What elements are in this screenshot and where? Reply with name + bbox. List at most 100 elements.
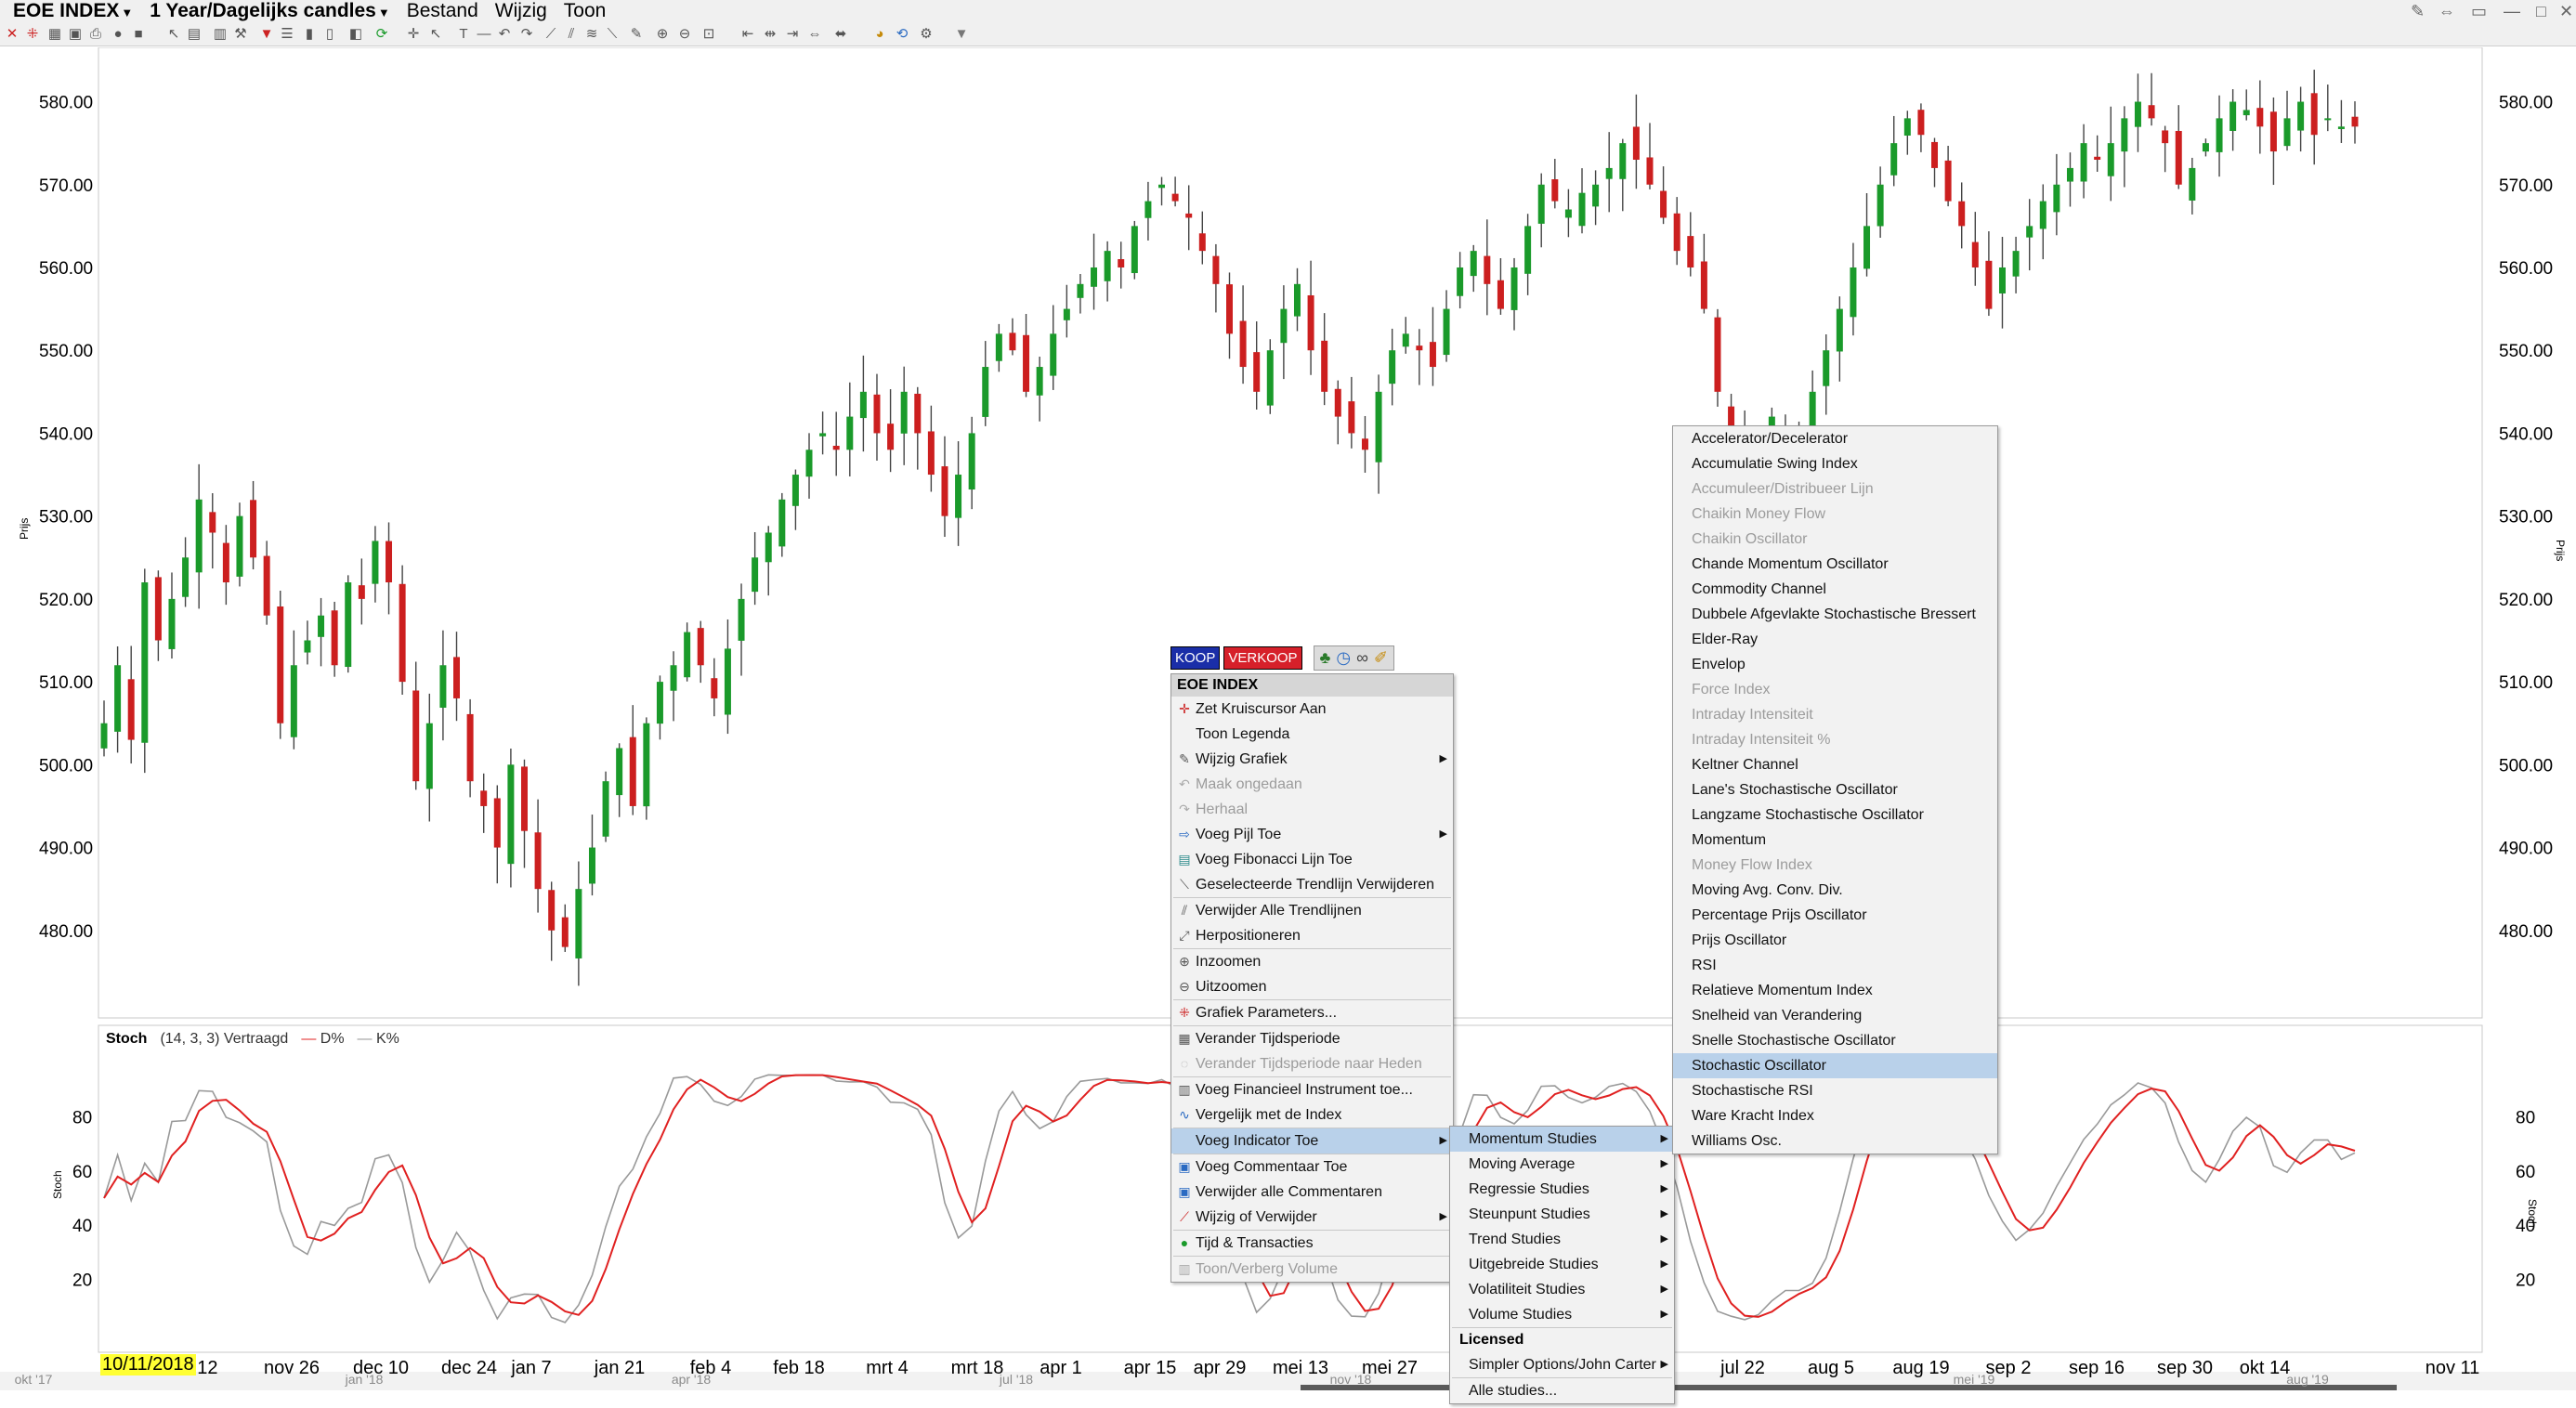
studies-item-uitgebreide-studies[interactable]: Uitgebreide Studies ▶ [1450,1252,1674,1277]
pan-right-icon[interactable]: ⇥ [784,26,801,43]
momentum-item-commodity-channel[interactable]: Commodity Channel [1673,577,1997,602]
zoom-in-icon[interactable]: ⊕ [654,26,671,43]
palette-icon[interactable]: ◕ [871,26,888,43]
menu-item-wijzig-of-verwijder[interactable]: ⟋ Wijzig of Verwijder ▶ [1171,1205,1453,1230]
grid-icon[interactable]: ▦ [46,26,63,43]
studies-item-volume-studies[interactable]: Volume Studies ▶ [1450,1302,1674,1327]
refresh-icon[interactable]: ⟳ [373,26,390,43]
menu-item-vergelijk-met-de-index[interactable]: ∿ Vergelijk met de Index [1171,1102,1453,1128]
circle-icon[interactable]: ● [110,26,126,43]
menu-item-toon-verberg-volume[interactable]: ▥ Toon/Verberg Volume [1171,1257,1453,1282]
momentum-item-envelop[interactable]: Envelop [1673,652,1997,677]
menu-item-voeg-indicator-toe[interactable]: Voeg Indicator Toe ▶ [1171,1128,1453,1154]
delete-icon[interactable]: ▥ [212,26,229,43]
instrument-selector[interactable]: EOE INDEX ▼ [9,0,137,22]
close-icon[interactable]: ✕ [2559,2,2573,21]
close-chart-icon[interactable]: ✕ [4,26,20,43]
studies-item-steunpunt-studies[interactable]: Steunpunt Studies ▶ [1450,1202,1674,1227]
menu-item-tijd-transacties[interactable]: ● Tijd & Transacties [1171,1231,1453,1256]
studies-item-momentum-studies[interactable]: Momentum Studies ▶ [1450,1127,1674,1152]
sell-button[interactable]: VERKOOP [1223,645,1302,670]
pan-icon[interactable]: ⇹ [762,26,778,43]
menu-item-grafiek-parameters[interactable]: ⁜ Grafiek Parameters... [1171,1000,1453,1025]
arrow-tool-icon[interactable]: ↖ [427,26,444,43]
align-icon[interactable]: ☰ [279,26,295,43]
tools-icon[interactable]: ⚙ [918,26,935,43]
momentum-item-momentum[interactable]: Momentum [1673,828,1997,853]
cursor-icon[interactable]: ⁜ [24,26,41,43]
edit-icon[interactable]: ✎ [628,26,645,43]
studies-item-volatiliteit-studies[interactable]: Volatiliteit Studies ▶ [1450,1277,1674,1302]
maximize-icon[interactable]: □ [2536,2,2546,21]
momentum-item-snelle-stochastische-oscillator[interactable]: Snelle Stochastische Oscillator [1673,1028,1997,1053]
bookmark-icon[interactable]: ▤ [186,26,203,43]
menu-item-maak-ongedaan[interactable]: ↶ Maak ongedaan [1171,772,1453,797]
momentum-item-money-flow-index[interactable]: Money Flow Index [1673,853,1997,878]
studies-item-trend-studies[interactable]: Trend Studies ▶ [1450,1227,1674,1252]
menu-item-zet-kruiscursor-aan[interactable]: ✛ Zet Kruiscursor Aan [1171,697,1453,722]
studies-item-regressie-studies[interactable]: Regressie Studies ▶ [1450,1177,1674,1202]
menu-item-wijzig-grafiek[interactable]: ✎ Wijzig Grafiek ▶ [1171,747,1453,772]
menu-toon[interactable]: Toon [560,0,610,22]
expand-icon[interactable]: ⬌ [832,26,849,43]
momentum-item-ware-kracht-index[interactable]: Ware Kracht Index [1673,1103,1997,1128]
fibonacci-icon[interactable]: ≋ [583,26,600,43]
stoch-d-legend[interactable]: — D% [301,1031,344,1048]
hide-icon[interactable]: ◧ [347,26,364,43]
momentum-item-keltner-channel[interactable]: Keltner Channel [1673,752,1997,777]
menu-bestand[interactable]: Bestand [403,0,482,22]
text-tool-icon[interactable]: T [455,26,472,43]
more-dropdown-icon[interactable]: ▼ [953,26,970,43]
zoom-out-icon[interactable]: ⊖ [676,26,693,43]
detach-icon[interactable]: ▭ [2471,2,2487,21]
momentum-item-lane-s-stochastische-oscillator[interactable]: Lane's Stochastische Oscillator [1673,777,1997,802]
menu-item-verander-tijdsperiode-naar-heden[interactable]: ◌ Verander Tijdsperiode naar Heden [1171,1051,1453,1076]
menu-item-herpositioneren[interactable]: ⤢ Herpositioneren [1171,923,1453,948]
period-selector[interactable]: 1 Year/Dagelijks candles ▼ [146,0,393,22]
undo-icon[interactable]: ↶ [496,26,513,43]
tree-icon[interactable]: ♣ [1320,648,1331,668]
zoom-box-icon[interactable]: ⊡ [700,26,717,43]
momentum-item-rsi[interactable]: RSI [1673,953,1997,978]
horizontal-line-icon[interactable]: — [476,26,492,43]
momentum-item-dubbele-afgevlakte-stochastische-bressert[interactable]: Dubbele Afgevlakte Stochastische Bresser… [1673,602,1997,627]
brush-icon[interactable]: ✐ [1374,648,1388,668]
menu-item-inzoomen[interactable]: ⊕ Inzoomen [1171,949,1453,974]
momentum-item-snelheid-van-verandering[interactable]: Snelheid van Verandering [1673,1003,1997,1028]
buy-button[interactable]: KOOP [1170,645,1221,670]
print-icon[interactable]: ⎙ [87,26,104,43]
momentum-item-stochastische-rsi[interactable]: Stochastische RSI [1673,1078,1997,1103]
menu-item-voeg-commentaar-toe[interactable]: ▣ Voeg Commentaar Toe [1171,1154,1453,1180]
fit-icon[interactable]: ⇔ [806,26,823,43]
redo-icon[interactable]: ↷ [518,26,535,43]
studies-item-moving-average[interactable]: Moving Average ▶ [1450,1152,1674,1177]
pointer-icon[interactable]: ↖ [165,26,182,43]
minimize-icon[interactable]: — [2504,2,2520,21]
trendline-icon[interactable]: ⟋ [543,26,559,43]
hammer-icon[interactable]: ⚒ [232,26,249,43]
momentum-item-intraday-intensiteit[interactable]: Intraday Intensiteit % [1673,727,1997,752]
momentum-item-moving-avg-conv-div[interactable]: Moving Avg. Conv. Div. [1673,878,1997,903]
momentum-item-chande-momentum-oscillator[interactable]: Chande Momentum Oscillator [1673,552,1997,577]
menu-item-voeg-pijl-toe[interactable]: ⇨ Voeg Pijl Toe ▶ [1171,822,1453,847]
menu-item-verwijder-alle-trendlijnen[interactable]: ⫽ Verwijder Alle Trendlijnen [1171,898,1453,923]
pan-left-icon[interactable]: ⇤ [739,26,756,43]
compare-icon[interactable]: ▯ [321,26,338,43]
momentum-item-accumuleer-distribueer-lijn[interactable]: Accumuleer/Distribueer Lijn [1673,476,1997,502]
momentum-item-williams-osc[interactable]: Williams Osc. [1673,1128,1997,1154]
momentum-item-chaikin-oscillator[interactable]: Chaikin Oscillator [1673,527,1997,552]
link-icon[interactable]: ∞ [1356,648,1368,668]
menu-wijzig[interactable]: Wijzig [491,0,551,22]
channel-icon[interactable]: ⫽ [563,26,580,43]
save-icon[interactable]: ▣ [67,26,84,43]
momentum-item-percentage-prijs-oscillator[interactable]: Percentage Prijs Oscillator [1673,903,1997,928]
momentum-item-relatieve-momentum-index[interactable]: Relatieve Momentum Index [1673,978,1997,1003]
menu-item-verwijder-alle-commentaren[interactable]: ▣ Verwijder alle Commentaren [1171,1180,1453,1205]
candle-icon[interactable]: ▮ [301,26,318,43]
menu-item-herhaal[interactable]: ↷ Herhaal [1171,797,1453,822]
sync-icon[interactable]: ⟲ [894,26,910,43]
momentum-item-force-index[interactable]: Force Index [1673,677,1997,702]
menu-item-toon-legenda[interactable]: Toon Legenda [1171,722,1453,747]
menu-item-verander-tijdsperiode[interactable]: ▦ Verander Tijdsperiode [1171,1026,1453,1051]
stoch-k-legend[interactable]: — K% [358,1031,399,1048]
